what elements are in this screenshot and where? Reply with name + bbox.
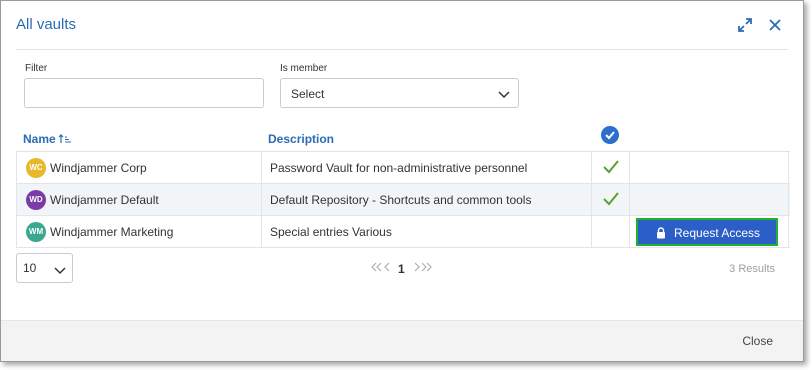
table-row[interactable]: WM Windjammer Marketing Special entries …	[16, 216, 790, 248]
is-member-select[interactable]: Select	[280, 78, 519, 108]
name-cell: WD Windjammer Default	[16, 184, 262, 215]
table-row[interactable]: WD Windjammer Default Default Repository…	[16, 184, 790, 216]
avatar: WD	[26, 190, 46, 210]
vault-name: Windjammer Corp	[50, 161, 147, 175]
member-cell	[592, 216, 630, 247]
checkmark-icon	[602, 159, 620, 178]
all-vaults-dialog: All vaults Filter Is member Select Name …	[0, 0, 804, 362]
action-cell: Request Access	[630, 216, 789, 247]
name-cell: WC Windjammer Corp	[16, 152, 262, 183]
member-cell	[592, 184, 630, 215]
table-row[interactable]: WC Windjammer Corp Password Vault for no…	[16, 152, 790, 184]
column-header-description[interactable]: Description	[268, 132, 334, 146]
checkmark-icon	[602, 191, 620, 210]
close-button[interactable]: Close	[742, 334, 773, 348]
member-column-check-icon	[601, 126, 619, 144]
expand-icon[interactable]	[737, 17, 753, 33]
last-page-icon[interactable]	[421, 262, 433, 275]
action-cell	[630, 184, 789, 215]
vaults-table: WC Windjammer Corp Password Vault for no…	[16, 151, 790, 248]
dialog-title: All vaults	[16, 16, 77, 33]
column-header-name[interactable]: Name	[23, 132, 72, 146]
page-size-select[interactable]: 10	[16, 253, 73, 283]
request-access-button[interactable]: Request Access	[636, 218, 778, 246]
results-count: 3 Results	[729, 263, 775, 275]
page-size-value: 10	[23, 261, 37, 275]
vault-name: Windjammer Marketing	[50, 225, 174, 239]
first-page-icon[interactable]	[370, 262, 382, 275]
vault-name: Windjammer Default	[50, 193, 159, 207]
filter-label: Filter	[25, 63, 48, 74]
vault-description: Password Vault for non-administrative pe…	[270, 161, 528, 175]
next-page-icon[interactable]	[413, 262, 420, 275]
close-icon[interactable]	[767, 17, 783, 33]
request-access-label: Request Access	[674, 226, 761, 240]
avatar: WC	[26, 158, 46, 178]
member-cell	[592, 152, 630, 183]
current-page[interactable]: 1	[398, 262, 405, 276]
dialog-footer: Close	[1, 320, 803, 361]
header-divider	[16, 49, 788, 50]
sort-ascending-icon[interactable]	[58, 132, 72, 146]
avatar: WM	[26, 222, 46, 242]
column-header-name-label: Name	[23, 132, 56, 146]
previous-page-icon[interactable]	[384, 262, 391, 275]
vault-description: Special entries Various	[270, 225, 392, 239]
vault-description: Default Repository - Shortcuts and commo…	[270, 193, 532, 207]
lock-icon	[656, 227, 666, 242]
action-cell	[630, 152, 789, 183]
filter-input[interactable]	[24, 78, 264, 108]
is-member-label: Is member	[280, 63, 328, 74]
chevron-down-icon	[498, 88, 510, 102]
description-cell: Special entries Various	[262, 216, 592, 247]
description-cell: Default Repository - Shortcuts and commo…	[262, 184, 592, 215]
is-member-select-value: Select	[291, 87, 325, 101]
description-cell: Password Vault for non-administrative pe…	[262, 152, 592, 183]
chevron-down-icon	[54, 264, 66, 278]
name-cell: WM Windjammer Marketing	[16, 216, 262, 247]
